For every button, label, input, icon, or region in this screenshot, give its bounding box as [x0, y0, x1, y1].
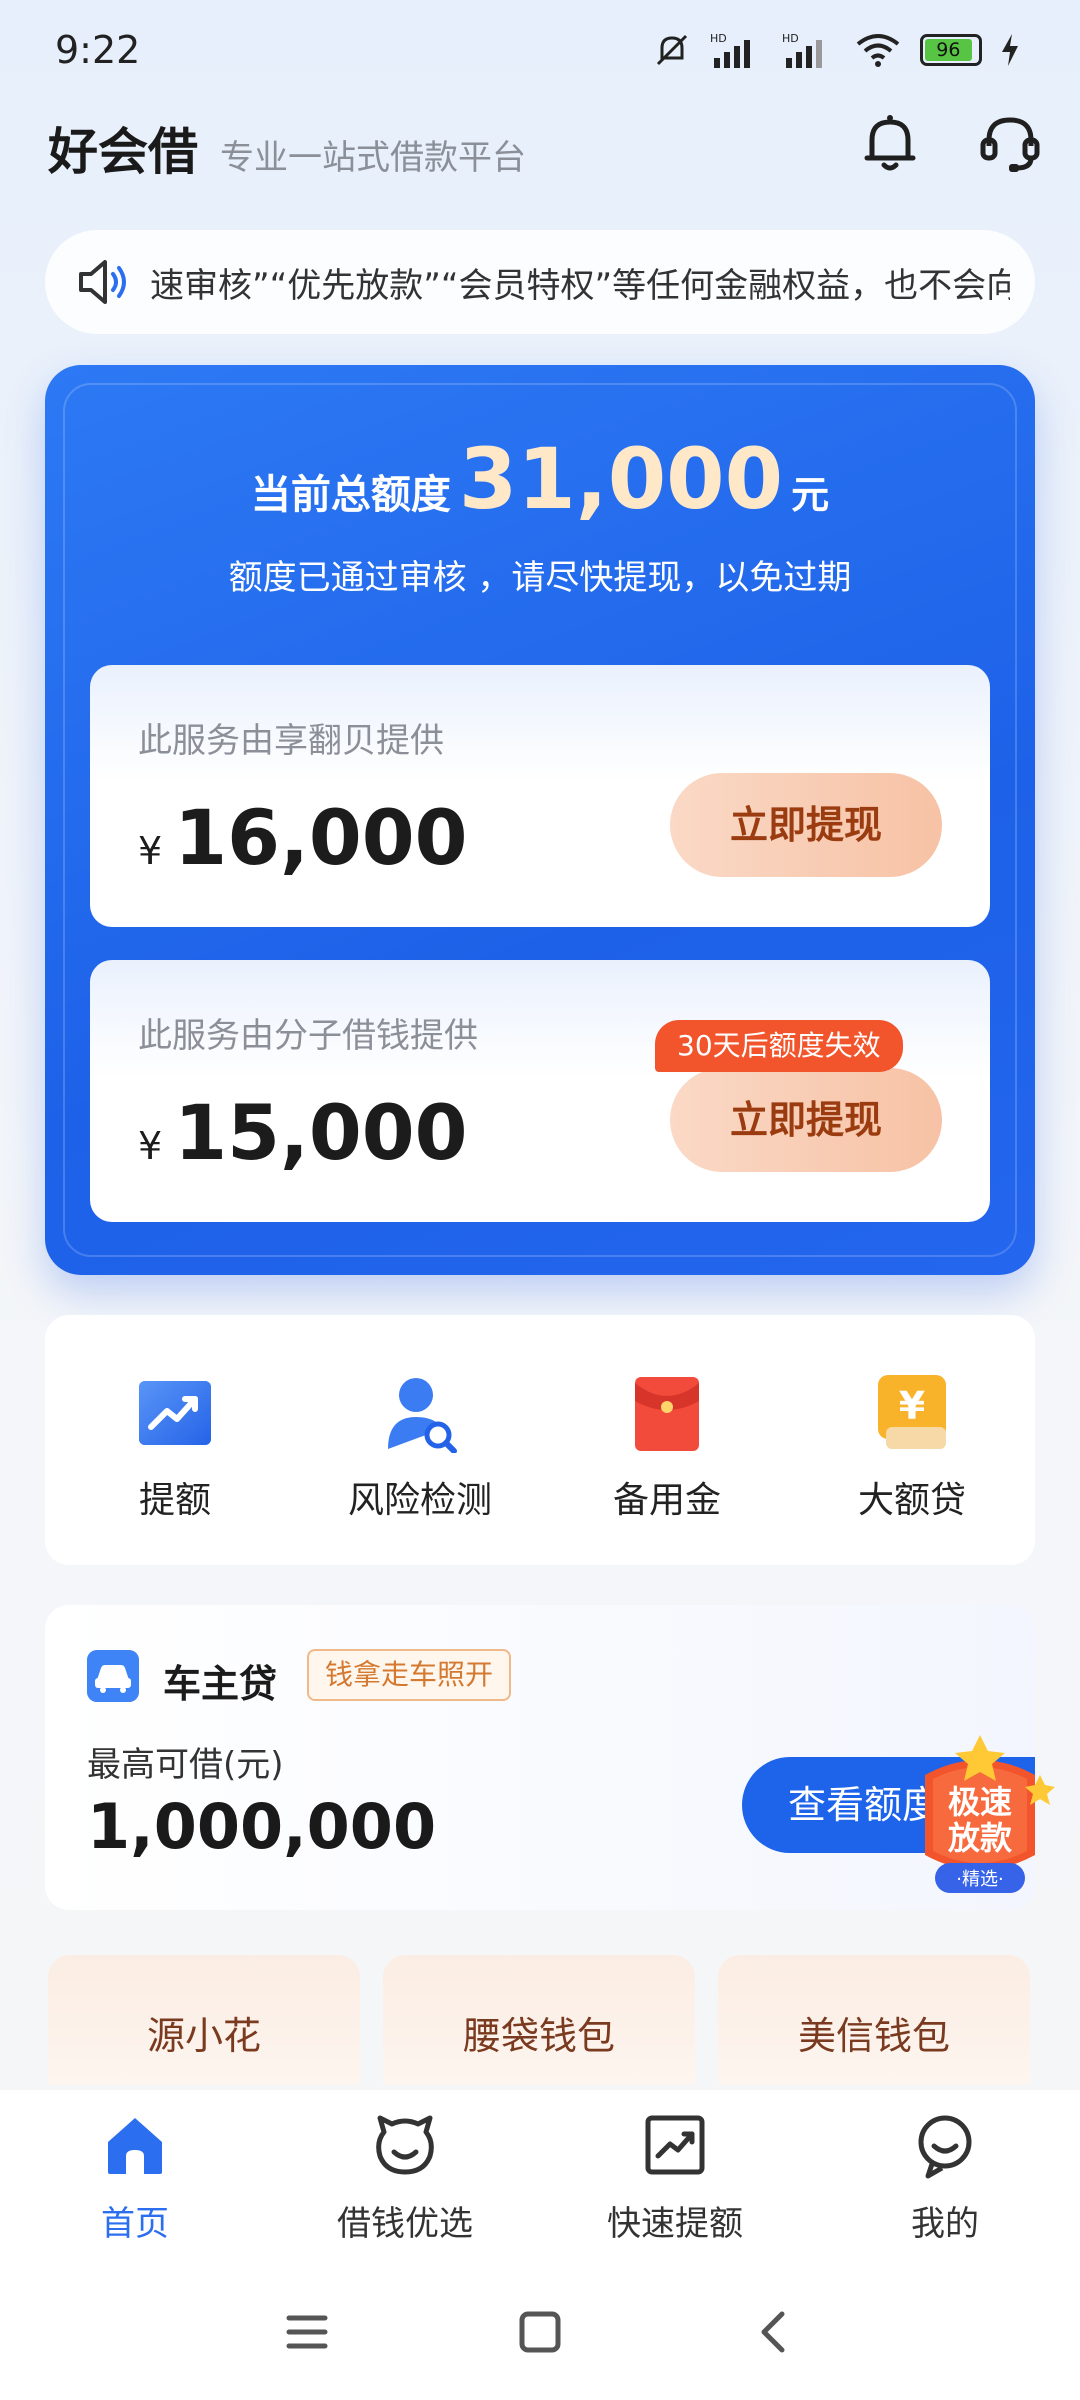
nav-home[interactable]: 首页	[0, 2110, 270, 2245]
charging-icon	[1002, 34, 1018, 66]
action-risk-check[interactable]: 风险检测	[310, 1373, 530, 1523]
nav-profile[interactable]: 我的	[810, 2110, 1080, 2245]
action-reserve-fund[interactable]: 备用金	[557, 1373, 777, 1523]
action-raise-limit[interactable]: 提额	[65, 1373, 285, 1523]
svg-text:¥: ¥	[899, 1384, 925, 1428]
expiry-badge: 30天后额度失效	[655, 1020, 903, 1072]
status-icons: HD HD 96	[652, 30, 1020, 70]
notice-bar[interactable]: 速审核”“优先放款”“会员特权”等任何金融权益，也不会向其	[45, 230, 1035, 334]
quick-actions: 提额 风险检测 备用金 ¥ 大额贷	[45, 1315, 1035, 1565]
total-credit-unit: 元	[791, 473, 830, 517]
nav-loan-select[interactable]: 借钱优选	[270, 2110, 540, 2245]
loan-offer-1: 此服务由享翻贝提供 ¥16,000 立即提现	[90, 665, 990, 927]
home-square-icon[interactable]	[518, 2310, 562, 2354]
withdraw-button[interactable]: 立即提现	[670, 1068, 942, 1172]
badge-line2: 放款	[948, 1819, 1012, 1857]
status-time: 9:22	[55, 28, 141, 72]
car-loan-tag: 钱拿走车照开	[307, 1649, 512, 1701]
app-title: 好会借	[48, 123, 198, 181]
car-icon	[87, 1650, 139, 1702]
fast-loan-badge: 极速 放款 ·精选·	[925, 1735, 1055, 1893]
action-label: 风险检测	[347, 1480, 492, 1521]
partner-tab-2[interactable]: 腰袋钱包	[383, 1955, 695, 2085]
loan-provider: 此服务由分子借钱提供	[138, 1016, 478, 1056]
nav-label: 首页	[101, 2204, 169, 2244]
home-icon	[108, 2118, 162, 2174]
bell-icon[interactable]	[855, 108, 925, 178]
nav-label: 借钱优选	[337, 2204, 473, 2244]
mute-bell-icon	[656, 34, 688, 66]
withdraw-button[interactable]: 立即提现	[670, 773, 942, 877]
status-bar: 9:22 HD HD 96	[0, 0, 1080, 100]
wifi-icon	[856, 34, 900, 67]
car-loan-card[interactable]: 车主贷 钱拿走车照开 最高可借(元) 1,000,000 查看额度 极速 放款 …	[45, 1605, 1055, 1910]
svg-text:HD: HD	[710, 32, 727, 45]
badge-line3: ·精选·	[956, 1869, 1003, 1890]
battery-icon: 96	[920, 34, 982, 66]
currency-symbol: ¥	[138, 1124, 163, 1168]
user-search-icon	[388, 1378, 457, 1454]
action-label: 备用金	[612, 1480, 721, 1521]
app-subtitle: 专业一站式借款平台	[220, 138, 526, 178]
nav-label: 快速提额	[607, 2204, 743, 2244]
loan-amount-value: 15,000	[174, 1088, 468, 1177]
chart-frame-icon	[645, 2115, 705, 2175]
chart-up-icon	[139, 1381, 211, 1445]
action-label: 提额	[138, 1480, 211, 1521]
loan-amount: ¥15,000	[138, 1088, 467, 1177]
speaker-icon	[79, 260, 126, 304]
credit-note: 额度已通过审核 ，请尽快提现，以免过期	[228, 558, 852, 598]
badge-line1: 极速	[948, 1783, 1012, 1821]
total-credit-amount: 31,000	[458, 430, 784, 528]
yen-coin-icon: ¥	[878, 1375, 946, 1449]
menu-icon[interactable]	[285, 2310, 329, 2354]
car-loan-max-label: 最高可借(元)	[87, 1745, 284, 1785]
customer-service-icon[interactable]	[975, 108, 1045, 178]
currency-symbol: ¥	[138, 829, 163, 873]
loan-amount: ¥16,000	[138, 793, 467, 882]
back-icon[interactable]	[752, 2310, 796, 2354]
car-loan-max-amount: 1,000,000	[87, 1790, 437, 1863]
partner-tab-3[interactable]: 美信钱包	[718, 1955, 1030, 2085]
signal-icon: HD	[710, 32, 750, 68]
profile-icon	[918, 2115, 972, 2179]
notice-text: 速审核”“优先放款”“会员特权”等任何金融权益，也不会向其	[150, 266, 1010, 306]
nav-quick-raise[interactable]: 快速提额	[540, 2110, 810, 2245]
nav-label: 我的	[911, 2204, 979, 2244]
credit-card: 当前总额度31,000 元 额度已通过审核 ，请尽快提现，以免过期 此服务由享翻贝…	[45, 365, 1035, 1275]
red-envelope-icon	[635, 1377, 699, 1451]
action-large-loan[interactable]: ¥ 大额贷	[802, 1373, 1022, 1523]
total-credit-label: 当前总额度	[250, 472, 451, 518]
signal-icon-2: HD	[782, 32, 822, 68]
partner-tab-1[interactable]: 源小花	[48, 1955, 360, 2085]
car-loan-title: 车主贷	[163, 1662, 278, 1706]
total-credit: 当前总额度31,000 元	[45, 430, 1035, 528]
system-nav-bar	[0, 2270, 1080, 2400]
bottom-nav: 首页 借钱优选 快速提额 我的	[0, 2090, 1080, 2270]
loan-amount-value: 16,000	[174, 793, 468, 882]
action-label: 大额贷	[857, 1480, 966, 1521]
loan-offer-2: 此服务由分子借钱提供 ¥15,000 立即提现 30天后额度失效	[90, 960, 990, 1222]
loan-provider: 此服务由享翻贝提供	[138, 721, 444, 761]
svg-text:HD: HD	[782, 32, 799, 45]
battery-level: 96	[925, 39, 972, 61]
mascot-icon	[376, 2115, 434, 2175]
